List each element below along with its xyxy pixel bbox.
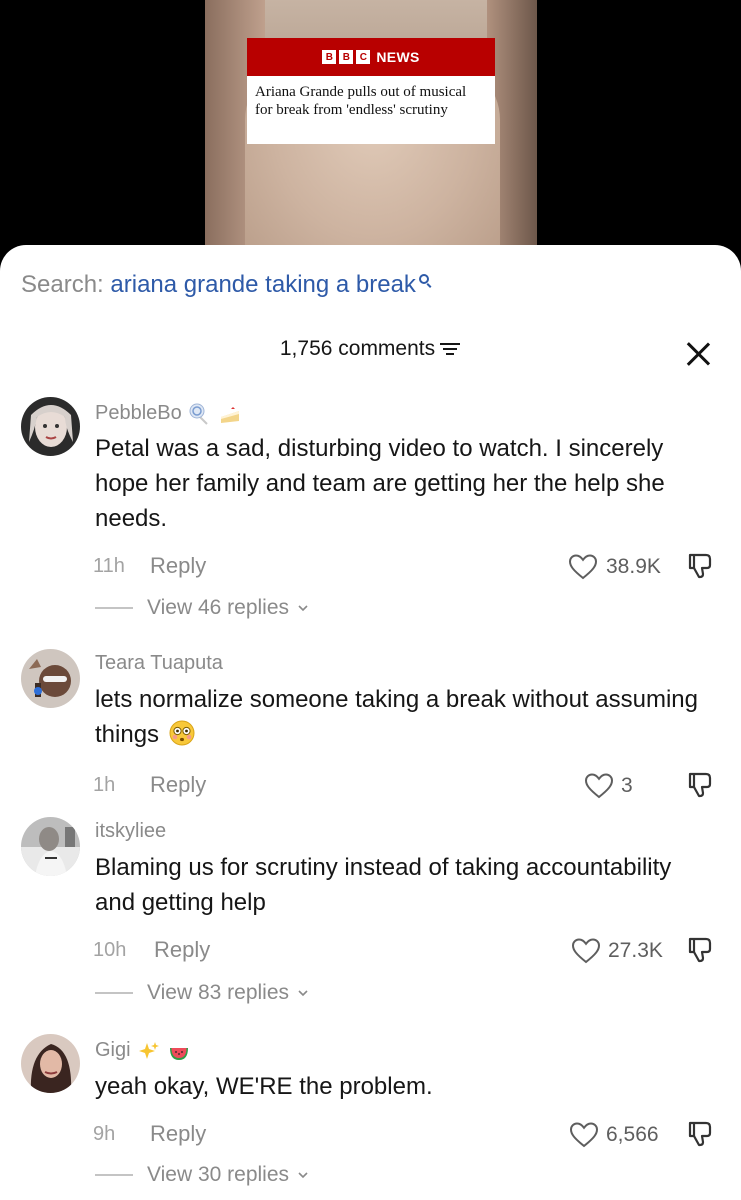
search-label: Search: [21,271,104,298]
search-icon[interactable] [418,273,432,291]
comments-header: 1,756 comments [0,337,741,367]
search-suggestion[interactable]: Search: ariana grande taking a break [21,271,432,299]
username[interactable]: Gigi [95,1039,131,1061]
view-replies-button[interactable]: View 30 replies [95,1163,309,1187]
like-count: 38.9K [606,555,661,578]
heart-icon[interactable] [571,937,601,965]
username[interactable]: PebbleBo [95,402,182,424]
watermelon-icon [169,1047,188,1060]
news-headline: Ariana Grande pulls out of musical for b… [255,84,467,118]
username[interactable]: Teara Tuaputa [95,652,223,674]
comment-text: Blaming us for scrutiny instead of takin… [95,854,672,916]
like-count: 6,566 [606,1123,659,1146]
comment-time: 1h [93,774,116,796]
search-query[interactable]: ariana grande taking a break [110,271,416,298]
dislike-icon[interactable] [684,1119,714,1149]
reply-button[interactable]: Reply [154,937,210,963]
filter-icon[interactable] [439,341,461,357]
dislike-icon[interactable] [684,935,714,965]
reply-button[interactable]: Reply [150,772,206,798]
username[interactable]: itskyliee [95,820,166,842]
view-replies-label[interactable]: View 46 replies [147,596,289,619]
view-replies-button[interactable]: View 83 replies [95,981,309,1005]
flushed-face-icon [169,720,195,746]
comment-time: 11h [93,555,125,577]
like-count: 27.3K [608,939,663,962]
avatar[interactable] [21,817,80,876]
avatar[interactable] [21,397,80,456]
view-replies-button[interactable]: View 46 replies [95,596,309,620]
heart-icon[interactable] [569,1121,599,1149]
video-player[interactable]: B B C NEWS Ariana Grande pulls out of mu… [0,0,741,262]
cake-icon [220,406,239,423]
comments-sheet: Search: ariana grande taking a break 1,7… [0,245,741,1200]
chevron-down-icon [298,1172,309,1179]
dislike-icon[interactable] [684,551,714,581]
reply-button[interactable]: Reply [150,1121,206,1147]
comment-count: 1,756 comments [279,337,436,360]
dislike-icon[interactable] [684,770,714,800]
comment-time: 9h [93,1123,116,1145]
avatar[interactable] [21,1034,80,1093]
close-icon[interactable] [685,341,711,367]
reply-button[interactable]: Reply [150,553,206,579]
sparkles-icon [139,1041,160,1059]
comment-time: 10h [93,939,127,961]
bbc-news-card: B B C NEWS Ariana Grande pulls out of mu… [247,38,495,144]
chevron-down-icon [298,990,309,997]
avatar[interactable] [21,649,80,708]
like-count: 3 [621,774,633,797]
comment-text: Petal was a sad, disturbing video to wat… [95,435,665,532]
comment-text: yeah okay, WE'RE the problem. [95,1073,433,1100]
view-replies-label[interactable]: View 83 replies [147,981,289,1004]
chevron-down-icon [298,605,309,612]
view-replies-label[interactable]: View 30 replies [147,1163,289,1186]
bbc-news-label: NEWS [376,49,420,65]
heart-icon[interactable] [568,553,598,581]
heart-icon[interactable] [584,772,614,800]
lollipop-icon [189,403,209,425]
bbc-news-logo: B B C NEWS [247,38,495,76]
